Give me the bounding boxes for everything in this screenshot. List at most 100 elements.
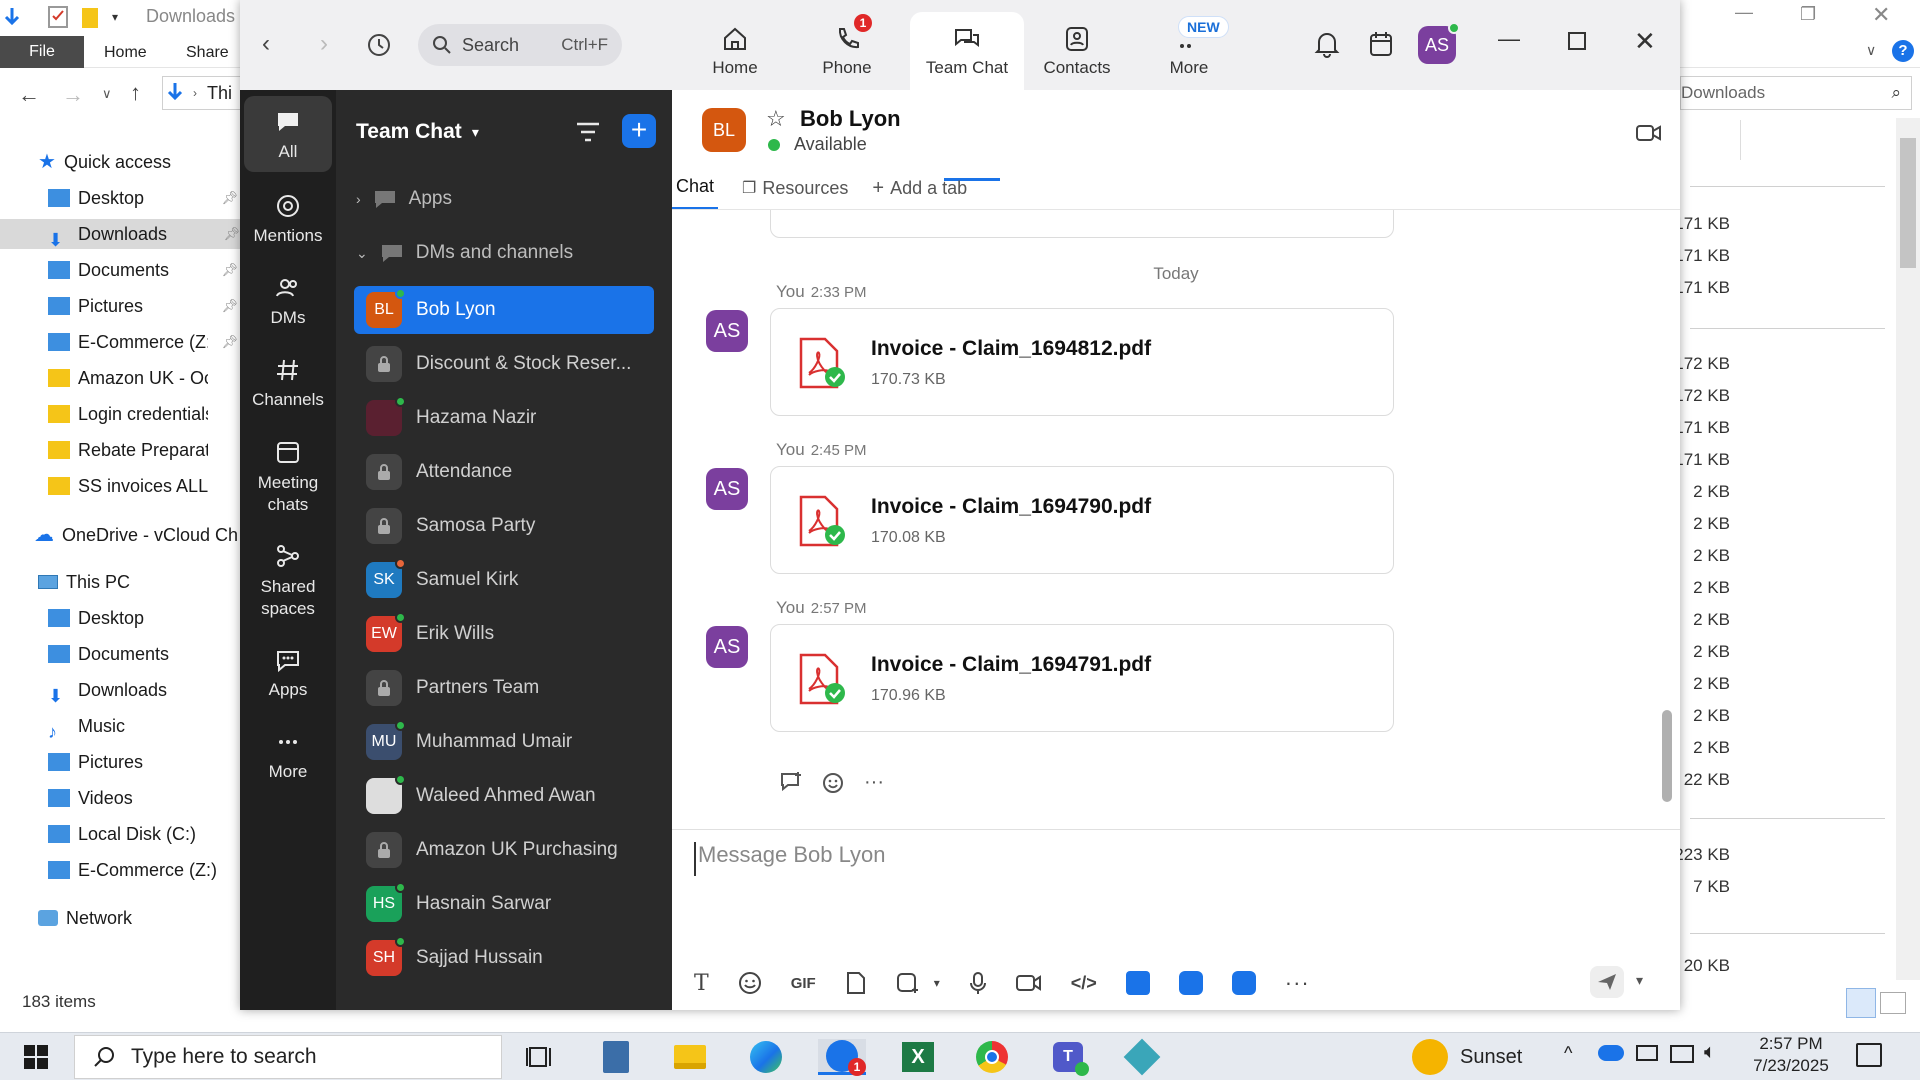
this-pc-child[interactable]: Desktop	[48, 603, 144, 633]
sender-avatar[interactable]: AS	[706, 626, 748, 668]
clock[interactable]: 2:57 PM 7/23/2025	[1746, 1033, 1836, 1077]
gif-icon[interactable]: GIF	[791, 975, 816, 992]
close-icon[interactable]: ✕	[1634, 26, 1656, 57]
this-pc-child[interactable]: ⬇ Downloads	[48, 675, 167, 705]
edge-icon[interactable]	[742, 1039, 790, 1075]
docs-app-icon[interactable]	[1125, 971, 1150, 995]
contact-avatar[interactable]: BL	[702, 108, 746, 152]
file-tab[interactable]: File	[0, 36, 84, 68]
chat-list-item[interactable]: Amazon UK Purchasing	[354, 826, 654, 874]
excel-icon[interactable]: X	[894, 1039, 942, 1075]
pin-icon[interactable]: 📌︎	[221, 291, 238, 321]
close-icon[interactable]: ✕	[1872, 2, 1890, 28]
rail-mentions[interactable]: Mentions	[244, 180, 332, 246]
send-options-icon[interactable]: ▾	[1636, 972, 1643, 989]
this-pc-item[interactable]: This PC	[38, 567, 130, 597]
history-icon[interactable]	[366, 32, 392, 58]
tab-home[interactable]: Home	[678, 12, 792, 90]
pin-icon[interactable]: 📌︎	[223, 219, 240, 249]
file-explorer-icon[interactable]	[666, 1039, 714, 1075]
apps-section[interactable]: › Apps	[356, 188, 452, 210]
onedrive-item[interactable]: ☁ OneDrive - vCloud Ch	[34, 520, 238, 550]
chat-list-item[interactable]: SH Sajjad Hussain	[354, 934, 654, 982]
pin-icon[interactable]: 📌︎	[221, 183, 238, 213]
whiteboard-app-icon[interactable]	[1178, 971, 1203, 995]
tree-item[interactable]: ⬇ Downloads 📌︎	[0, 219, 240, 249]
tab-more[interactable]: More NEW	[1132, 12, 1246, 90]
file-attachment-card[interactable]: Invoice - Claim_1694812.pdf 170.73 KB	[770, 308, 1394, 416]
chat-list-item[interactable]: Attendance	[354, 448, 654, 496]
screenshot-menu[interactable]: ▾	[896, 971, 940, 995]
text-format-icon[interactable]: T	[694, 971, 709, 996]
star-favorite-icon[interactable]: ☆	[766, 106, 786, 132]
back-arrow-icon[interactable]: ←	[18, 82, 40, 108]
back-chevron-icon[interactable]: ‹	[262, 30, 270, 58]
windows-start-icon[interactable]	[12, 1039, 60, 1075]
video-message-icon[interactable]	[1015, 973, 1042, 993]
help-icon[interactable]: ?	[1892, 40, 1914, 62]
this-pc-child[interactable]: ♪ Music	[48, 711, 125, 741]
tray-chevron-icon[interactable]: ^	[1564, 1043, 1572, 1064]
network-item[interactable]: Network	[38, 903, 132, 933]
maximize-icon[interactable]	[1568, 32, 1586, 50]
restore-icon[interactable]: ❐	[1800, 4, 1816, 25]
emoji-icon[interactable]	[738, 971, 762, 995]
chat-list-item[interactable]: EW Erik Wills	[354, 610, 654, 658]
new-chat-button[interactable]: +	[622, 114, 656, 148]
rail-more[interactable]: More	[244, 716, 332, 782]
emoji-reaction-icon[interactable]	[822, 770, 846, 794]
bell-icon[interactable]	[1314, 30, 1340, 58]
code-block-icon[interactable]: </>	[1071, 973, 1097, 994]
sender-avatar[interactable]: AS	[706, 310, 748, 352]
teams-icon[interactable]: T	[1044, 1039, 1092, 1076]
rail-shared-spaces[interactable]: Shared spaces	[244, 530, 332, 620]
ribbon-expand-icon[interactable]: ∨	[1866, 42, 1876, 59]
zoom-taskbar-icon[interactable]: 1	[818, 1039, 866, 1076]
dms-channels-section[interactable]: ⌄ DMs and channels	[356, 242, 573, 264]
forward-chevron-icon[interactable]: ›	[320, 30, 328, 58]
calendar-icon[interactable]	[1368, 30, 1394, 58]
explorer-search-box[interactable]: Downloads ⌕	[1680, 76, 1912, 110]
battery-icon[interactable]	[1636, 1045, 1658, 1061]
chat-list-item[interactable]: BL Bob Lyon	[354, 286, 654, 334]
volume-icon[interactable]: 🔈︎	[1704, 1041, 1716, 1064]
pin-icon[interactable]: 📌︎	[221, 255, 238, 285]
tree-item[interactable]: Pictures 📌︎	[48, 291, 238, 321]
contact-name[interactable]: Bob Lyon	[800, 106, 901, 132]
chat-list-item[interactable]: Samosa Party	[354, 502, 654, 550]
tab-chat[interactable]: Chat	[672, 176, 719, 210]
this-pc-child[interactable]: Documents	[48, 639, 169, 669]
chat-list-item[interactable]: Hazama Nazir	[354, 394, 654, 442]
forward-arrow-icon[interactable]: →	[62, 82, 84, 108]
up-arrow-icon[interactable]: ↑	[130, 80, 141, 106]
tab-contacts[interactable]: Contacts	[1020, 12, 1134, 90]
zoom-app-icon[interactable]	[1231, 971, 1256, 995]
chrome-icon[interactable]	[968, 1039, 1016, 1075]
sender-avatar[interactable]: AS	[706, 468, 748, 510]
tree-item[interactable]: Documents 📌︎	[48, 255, 238, 285]
qat-dropdown-icon[interactable]: ▾	[112, 10, 118, 24]
file-icon[interactable]	[845, 971, 867, 995]
chat-list-item[interactable]: Discount & Stock Reser...	[354, 340, 654, 388]
explorer-scrollbar[interactable]	[1896, 118, 1920, 980]
microphone-icon[interactable]	[969, 971, 987, 995]
tree-item[interactable]: E-Commerce (Z:) 📌︎	[48, 327, 238, 357]
home-tab[interactable]: Home	[104, 36, 147, 68]
this-pc-child[interactable]: Videos	[48, 783, 133, 813]
message-scrollbar[interactable]	[1662, 710, 1672, 802]
chat-list-item[interactable]: SK Samuel Kirk	[354, 556, 654, 604]
onedrive-tray-icon[interactable]	[1598, 1045, 1624, 1061]
minimize-icon[interactable]: —	[1498, 26, 1520, 52]
tree-item[interactable]: SS invoices ALL	[48, 471, 238, 501]
this-pc-child[interactable]: Local Disk (C:)	[48, 819, 196, 849]
calculator-icon[interactable]	[592, 1039, 640, 1075]
tab-team-chat[interactable]: Team Chat	[910, 12, 1024, 90]
address-bar[interactable]: › Thi	[162, 76, 242, 110]
tree-item[interactable]: Login credentials UK	[48, 399, 238, 429]
tab-add[interactable]: + Add a tab	[872, 177, 967, 210]
tree-item[interactable]: Desktop 📌︎	[48, 183, 238, 213]
rail-dms[interactable]: DMs	[244, 262, 332, 328]
more-tools-icon[interactable]: ···	[1285, 970, 1310, 996]
rail-channels[interactable]: Channels	[244, 344, 332, 410]
tab-resources[interactable]: ❐ Resources	[742, 178, 848, 209]
